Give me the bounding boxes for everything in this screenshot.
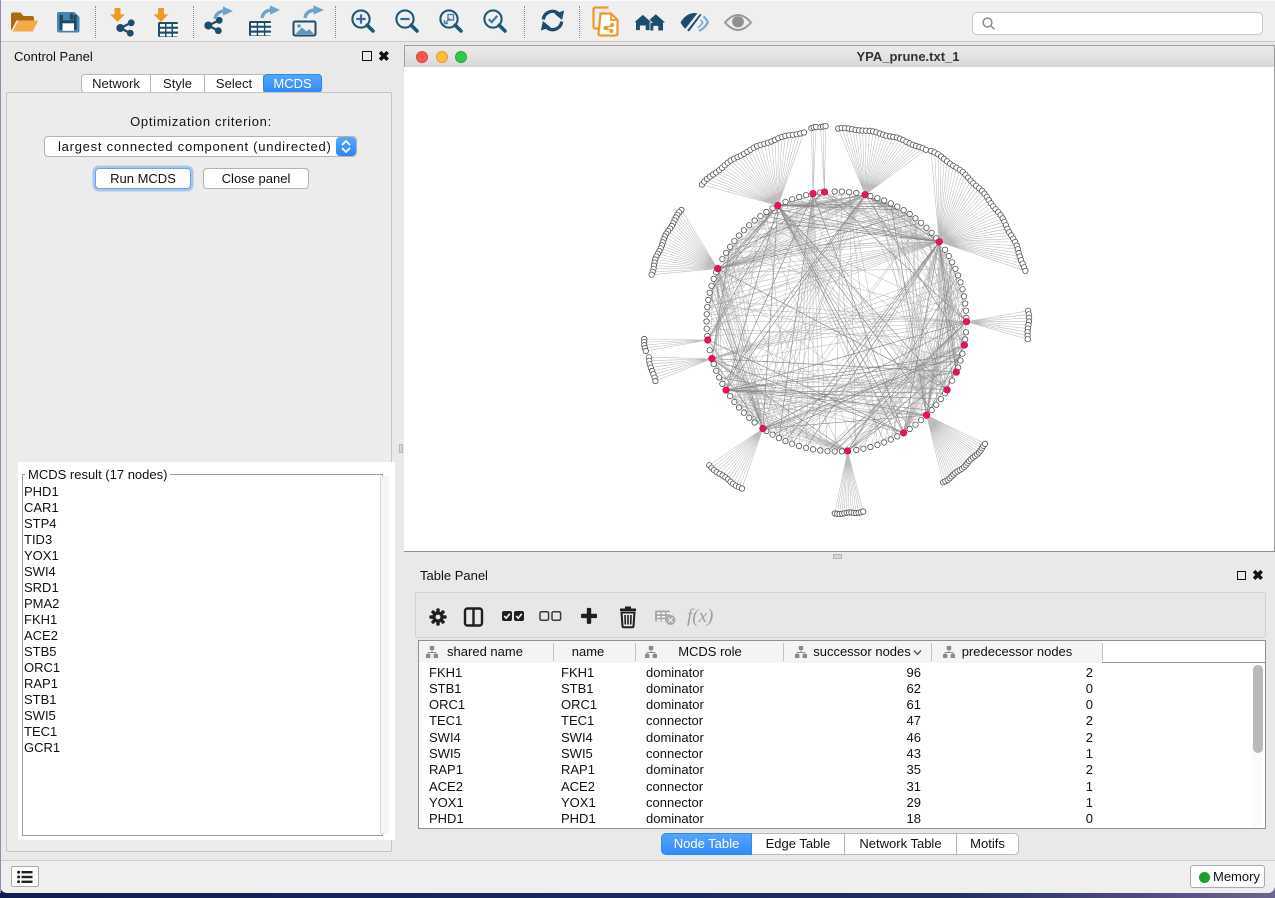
svg-text:f(x): f(x)	[687, 606, 713, 627]
